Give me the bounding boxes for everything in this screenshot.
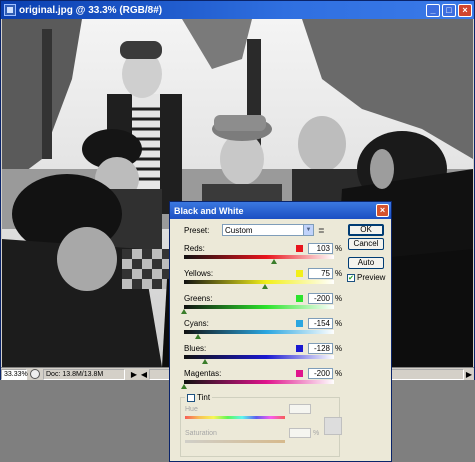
percent-label: % [335,344,343,353]
hue-label: Hue [185,406,198,413]
info-icon[interactable] [30,369,40,379]
tint-label: Tint [197,393,211,402]
slider-label: Magentas: [184,369,222,378]
saturation-track[interactable] [185,440,285,443]
slider-value-field[interactable]: -200 [308,368,333,379]
slider-row: Magentas: -200% [181,368,344,393]
slider-thumb[interactable] [202,359,208,364]
window-title: original.jpg @ 33.3% (RGB/8#) [19,4,163,16]
chevron-down-icon[interactable]: ▼ [303,225,313,235]
dialog-titlebar[interactable]: Black and White × [170,202,391,219]
zoom-field[interactable]: 33.33% [1,368,28,380]
slider-track[interactable] [184,330,334,334]
preview-checkbox[interactable]: ✔ [347,273,355,282]
saturation-pct: % [313,430,320,437]
status-menu-arrow[interactable]: ▶ [129,370,139,379]
doc-info: Doc: 13.8M/13.8M [43,368,125,380]
preset-label: Preset: [184,225,210,235]
maximize-button[interactable]: □ [442,3,456,17]
preset-select[interactable]: Custom ▼ [222,224,314,236]
tint-group: Tint Hue Saturation % [180,393,342,457]
percent-label: % [335,244,343,253]
hue-field[interactable] [289,404,311,414]
color-swatch-icon [296,295,303,302]
slider-value-field[interactable]: -154 [308,318,333,329]
percent-label: % [335,319,343,328]
slider-value-field[interactable]: -128 [308,343,333,354]
hue-track[interactable] [185,416,285,419]
slider-thumb[interactable] [271,259,277,264]
preset-value: Custom [225,225,253,235]
slider-row: Reds: 103% [184,243,344,268]
black-and-white-dialog: Black and White × Preset: Custom ▼ ≣ OK … [169,201,392,462]
preset-options-icon[interactable]: ≣ [318,226,325,235]
slider-row: Yellows: 75% [184,268,344,293]
close-button[interactable]: × [458,3,472,17]
slider-label: Reds: [184,244,205,253]
slider-thumb[interactable] [262,284,268,289]
minimize-button[interactable]: _ [426,3,440,17]
auto-button[interactable]: Auto [348,257,384,269]
slider-track[interactable] [184,255,334,259]
preset-row: Preset: Custom ▼ ≣ [184,224,325,236]
saturation-label: Saturation [185,430,217,437]
preview-label: Preview [357,273,386,282]
slider-thumb[interactable] [181,384,187,389]
cancel-button[interactable]: Cancel [348,238,384,250]
slider-thumb[interactable] [181,309,187,314]
slider-label: Blues: [184,344,207,353]
slider-row: Greens: -200% [181,293,344,318]
color-swatch-icon [296,370,303,377]
slider-row: Cyans: -154% [184,318,344,343]
window-titlebar[interactable]: original.jpg @ 33.3% (RGB/8#) _ □ × [1,1,474,19]
color-swatch-icon [296,270,303,277]
tint-checkbox[interactable] [187,393,195,402]
slider-row: Blues: -128% [184,343,344,368]
ok-button[interactable]: OK [348,224,384,236]
scroll-right-arrow[interactable]: ▶ [464,370,474,379]
color-swatch-icon [296,245,303,252]
dialog-close-button[interactable]: × [376,204,389,217]
slider-thumb[interactable] [194,334,201,339]
slider-label: Yellows: [184,269,214,278]
slider-label: Cyans: [184,319,209,328]
slider-track[interactable] [184,380,334,384]
percent-label: % [335,269,343,278]
slider-value-field[interactable]: 75 [308,268,333,279]
percent-label: % [335,369,343,378]
saturation-field[interactable] [289,428,311,438]
dialog-title: Black and White [174,205,244,216]
slider-track[interactable] [184,305,334,309]
preview-row: ✔ Preview [347,273,385,282]
percent-label: % [335,294,343,303]
slider-label: Greens: [184,294,213,303]
document-icon [4,4,16,16]
scroll-left-arrow[interactable]: ◀ [139,370,149,379]
color-swatch-icon [296,320,303,327]
slider-track[interactable] [184,280,334,284]
color-swatch-icon [296,345,303,352]
tint-color-swatch[interactable] [324,417,342,435]
slider-value-field[interactable]: -200 [308,293,333,304]
slider-value-field[interactable]: 103 [308,243,333,254]
tint-legend: Tint [185,393,213,402]
